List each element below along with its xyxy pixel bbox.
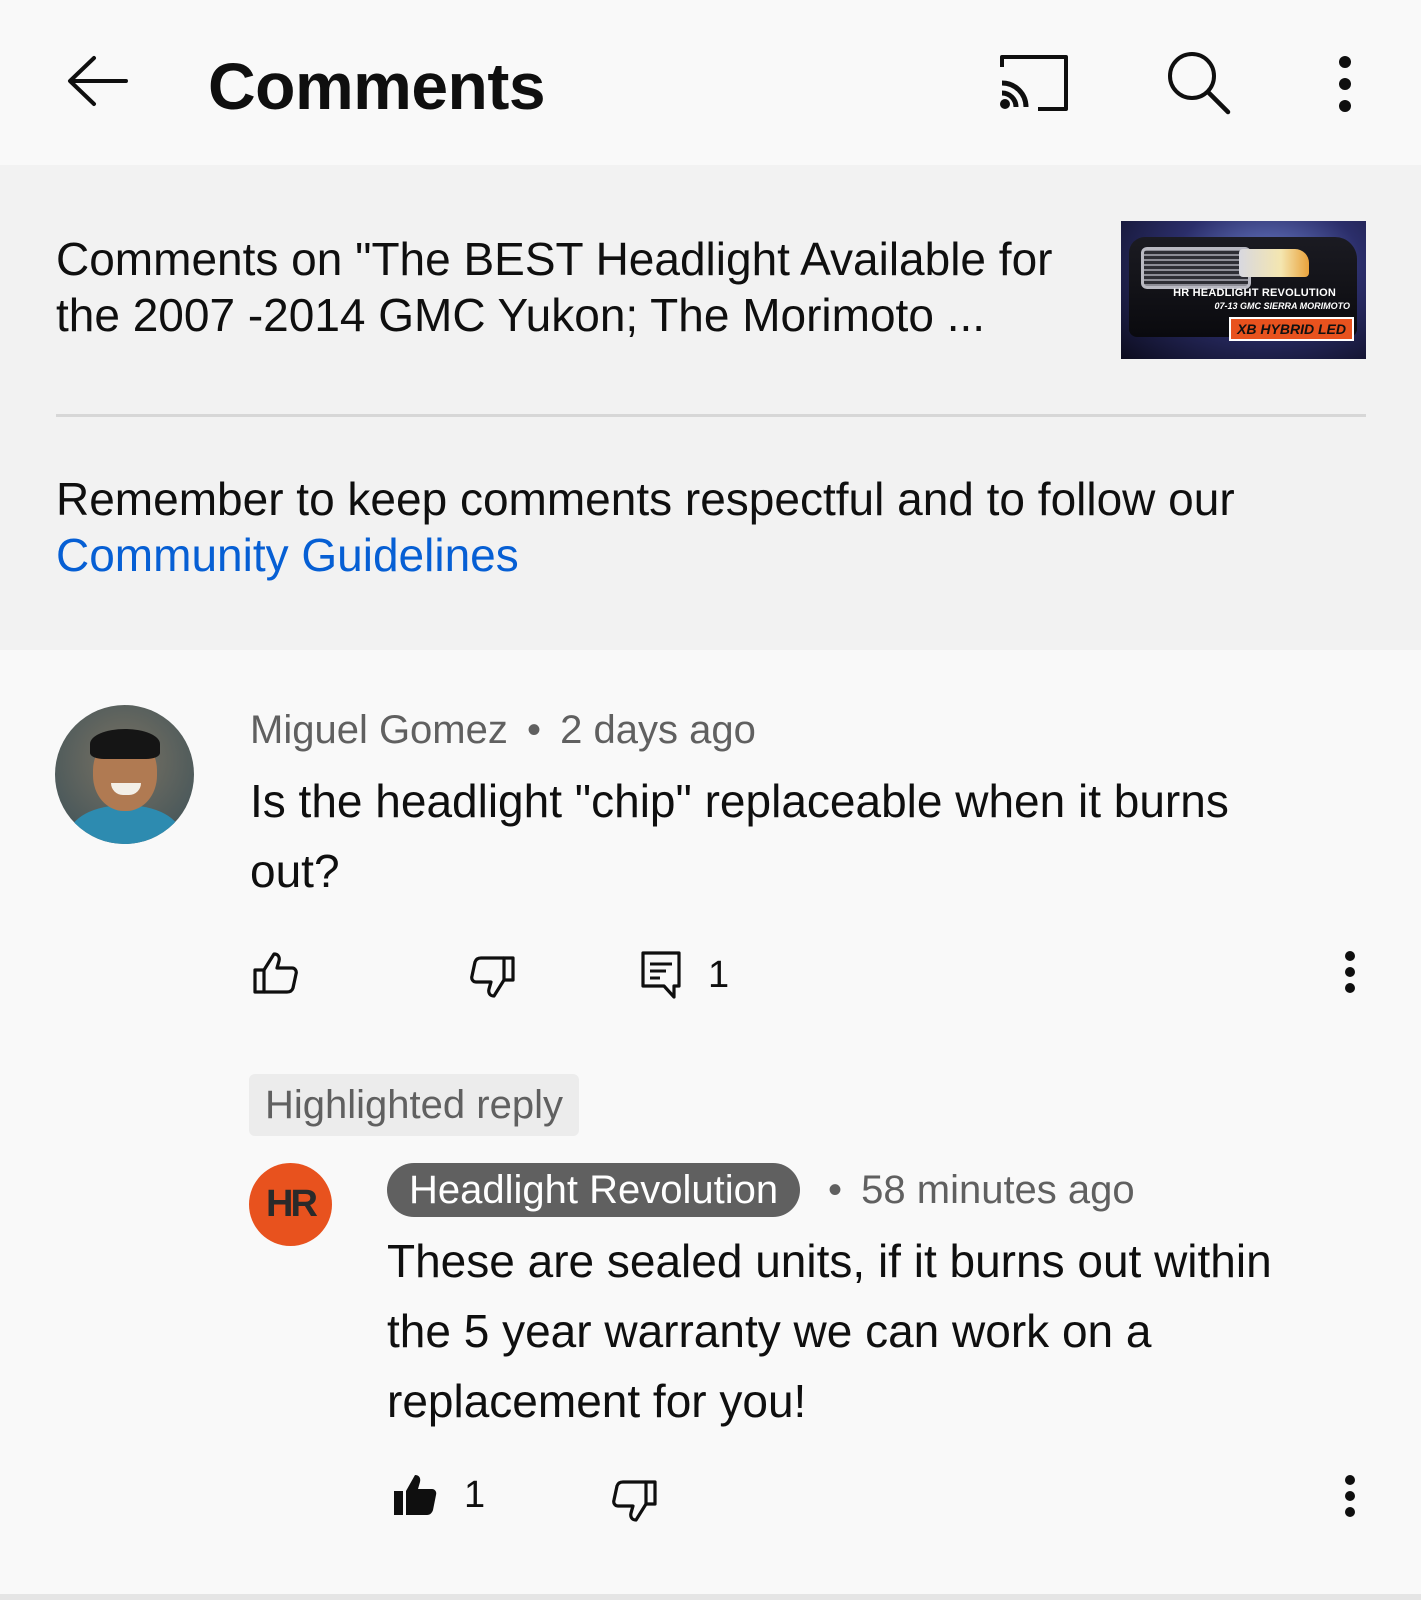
thumbs-down-icon: [612, 1480, 657, 1522]
reply-like-button[interactable]: 1: [392, 1472, 485, 1518]
more-vertical-icon: [1345, 951, 1355, 993]
comment-author[interactable]: Miguel Gomez: [250, 708, 508, 752]
thumbnail-caption: 07-13 GMC SIERRA MORIMOTO: [1214, 301, 1350, 311]
comments-header-panel: Comments on "The BEST Headlight Availabl…: [0, 165, 1421, 650]
thumbs-up-filled-icon: [394, 1475, 437, 1515]
comment-time: 2 days ago: [560, 708, 756, 752]
bottom-divider: [0, 1594, 1421, 1600]
thumbnail-headlight: [1239, 249, 1309, 277]
search-button[interactable]: [1162, 46, 1234, 118]
reply-icon: [641, 951, 681, 999]
comment-more-button[interactable]: [1342, 950, 1358, 994]
search-icon: [1168, 52, 1231, 115]
comment-text: Is the headlight "chip" replaceable when…: [250, 775, 1229, 897]
thumbnail-brand: HR HEADLIGHT REVOLUTION: [1173, 287, 1336, 299]
video-thumbnail[interactable]: HR HEADLIGHT REVOLUTION 07-13 GMC SIERRA…: [1121, 221, 1366, 359]
arrow-left-icon: [68, 56, 128, 106]
top-app-bar: Comments: [0, 0, 1421, 165]
reply-avatar-logo: HR: [266, 1183, 318, 1225]
comment-meta: Miguel Gomez • 2 days ago: [250, 706, 756, 754]
community-guidelines-link[interactable]: Community Guidelines: [56, 529, 519, 581]
reply-author-chip[interactable]: Headlight Revolution: [387, 1163, 801, 1217]
notice-text: Remember to keep comments respectful and…: [56, 473, 1235, 525]
avatar[interactable]: [55, 705, 194, 844]
cast-icon: [1000, 55, 1068, 111]
reply-time: 58 minutes ago: [861, 1168, 1135, 1212]
reply-meta: • 58 minutes ago: [820, 1166, 1135, 1214]
thumbnail-badge: XB HYBRID LED: [1229, 317, 1354, 341]
more-options-button[interactable]: [1322, 50, 1368, 118]
meta-separator: •: [527, 708, 542, 752]
community-notice: Remember to keep comments respectful and…: [56, 471, 1386, 583]
reply-avatar[interactable]: HR: [249, 1163, 332, 1246]
reply-count: 1: [708, 953, 730, 996]
more-vertical-icon: [1339, 56, 1351, 112]
reply-text: These are sealed units, if it burns out …: [387, 1235, 1272, 1427]
video-title[interactable]: Comments on "The BEST Headlight Availabl…: [56, 231, 1116, 343]
like-button[interactable]: [252, 950, 298, 996]
reply-button[interactable]: 1: [640, 950, 729, 1000]
avatar-hair: [90, 729, 160, 759]
reply-more-button[interactable]: [1342, 1474, 1358, 1518]
cast-button[interactable]: [995, 50, 1071, 116]
highlighted-reply-label: Highlighted reply: [249, 1074, 579, 1136]
more-vertical-icon: [1345, 1475, 1355, 1517]
thumbs-down-icon: [470, 956, 515, 998]
back-button[interactable]: [62, 50, 132, 112]
header-divider: [56, 414, 1366, 417]
reply-dislike-button[interactable]: [612, 1478, 658, 1524]
comments-screen: Comments Comments on "The BEST Headlight…: [0, 0, 1421, 1600]
thumbs-up-icon: [253, 952, 298, 994]
reply-like-count: 1: [464, 1473, 486, 1516]
page-title: Comments: [208, 49, 546, 123]
meta-separator: •: [828, 1168, 843, 1212]
thumbnail-grille: [1141, 247, 1251, 289]
dislike-button[interactable]: [470, 954, 516, 1000]
